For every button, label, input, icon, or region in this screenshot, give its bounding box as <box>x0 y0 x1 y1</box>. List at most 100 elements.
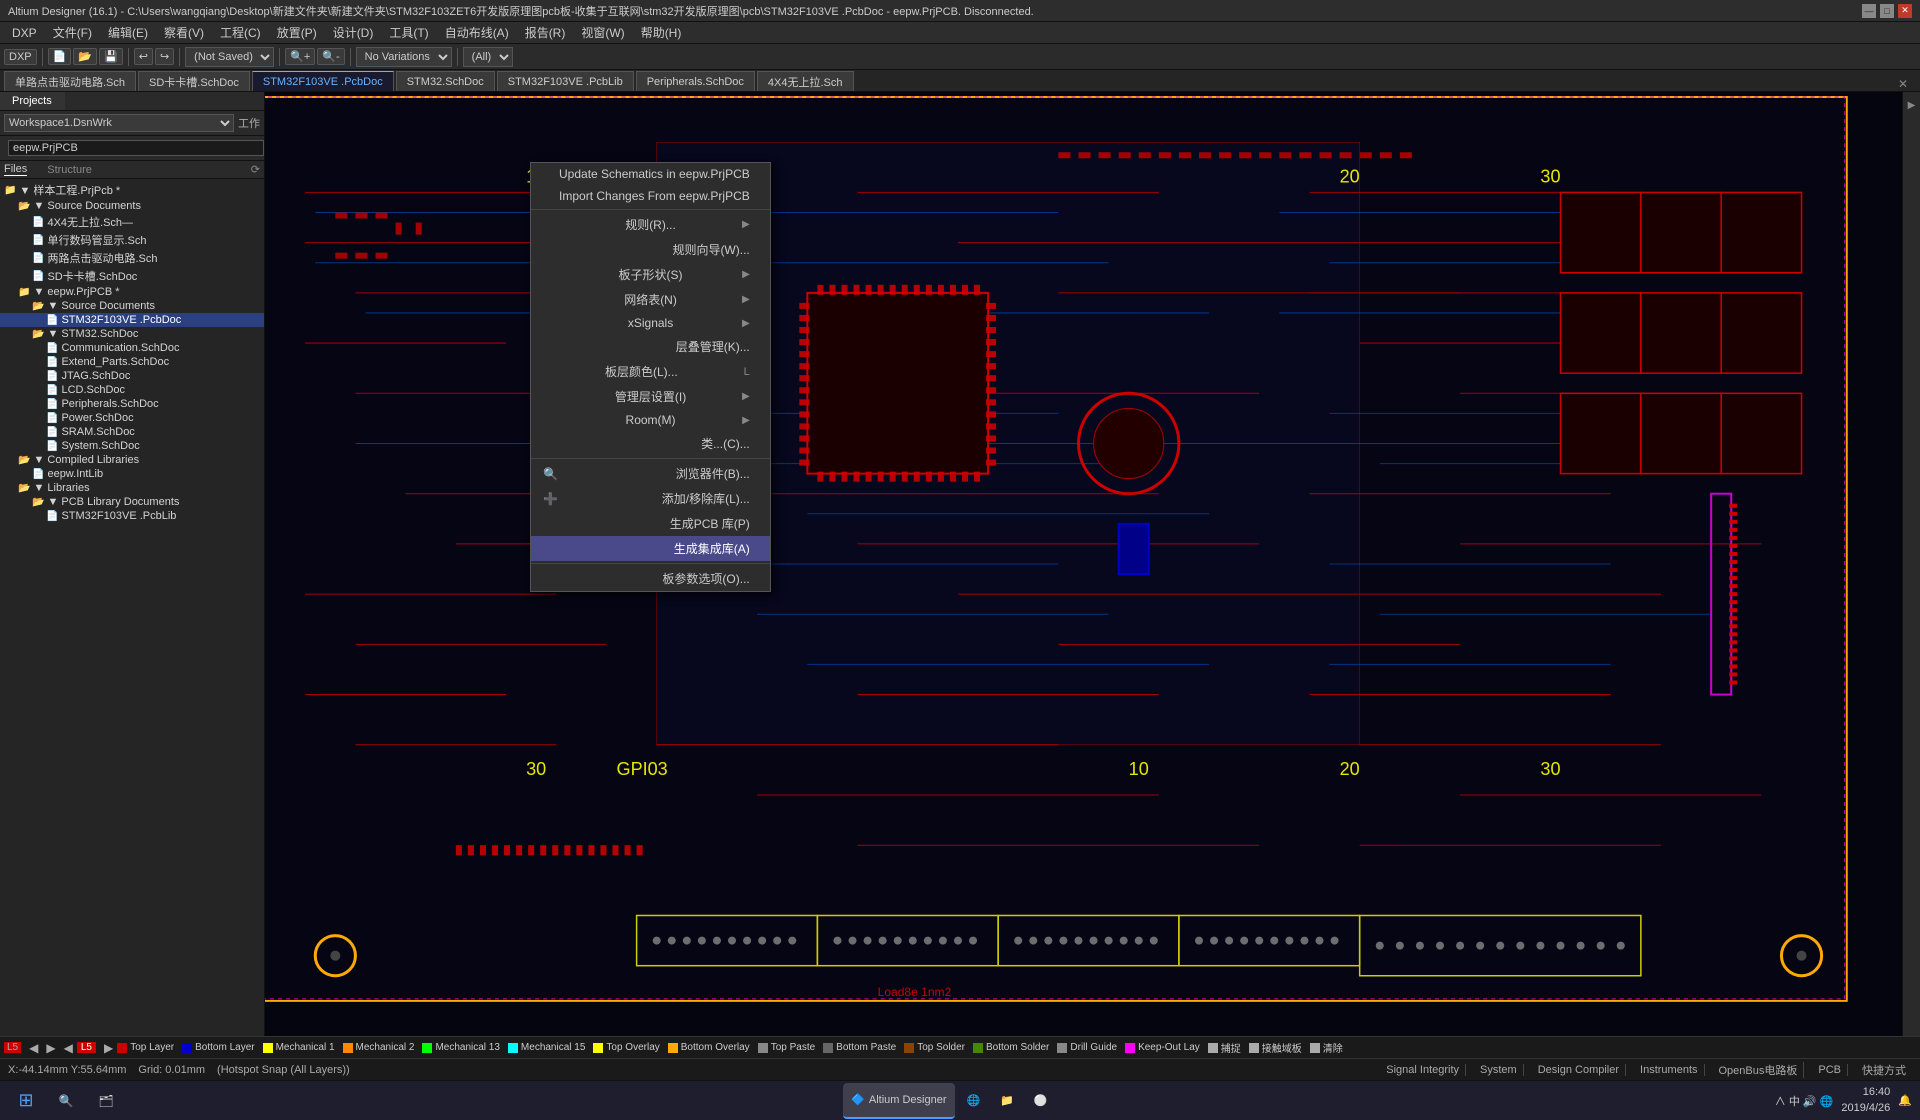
toolbar-zoom-in[interactable]: 🔍+ <box>285 48 315 65</box>
dropdown-item-15[interactable]: 生成集成库(A) <box>531 536 770 561</box>
notification-icon[interactable]: 🔔 <box>1898 1094 1912 1107</box>
dropdown-item-1[interactable]: Import Changes From eepw.PrjPCB <box>531 185 770 207</box>
menu-item-6[interactable]: 设计(D) <box>325 22 382 43</box>
layer-top-paste[interactable]: Top Paste <box>758 1042 815 1053</box>
layer-捕捉[interactable]: 捕捉 <box>1208 1040 1241 1055</box>
tree-item-4[interactable]: 📄两路点击驱动电路.Sch <box>0 249 264 267</box>
tab-4[interactable]: STM32F103VE .PcbLib <box>497 71 634 91</box>
layer-接触域板[interactable]: 接触域板 <box>1249 1040 1302 1055</box>
system-tray-icons[interactable]: ∧ 中 🔊 🌐 <box>1775 1093 1834 1109</box>
dropdown-item-11[interactable]: 类...(C)... <box>531 431 770 456</box>
project-name-input[interactable] <box>8 140 264 156</box>
status-section-1[interactable]: System <box>1474 1064 1524 1076</box>
dropdown-item-13[interactable]: ➕添加/移除库(L)... <box>531 486 770 511</box>
dropdown-item-2[interactable]: 规则(R)...▶ <box>531 212 770 237</box>
workspace-select[interactable]: Workspace1.DsnWrk <box>4 114 234 132</box>
toolbar-open[interactable]: 📂 <box>73 48 97 65</box>
edge-taskbar-app[interactable]: 🌐 <box>959 1083 989 1119</box>
layer-drill-guide[interactable]: Drill Guide <box>1057 1042 1117 1053</box>
tree-item-1[interactable]: 📂▼ Source Documents <box>0 199 264 213</box>
menu-item-7[interactable]: 工具(T) <box>381 22 436 43</box>
all-select[interactable]: (All) <box>463 47 513 67</box>
menu-item-3[interactable]: 察看(V) <box>156 22 212 43</box>
tree-item-11[interactable]: 📄Extend_Parts.SchDoc <box>0 355 264 369</box>
clock[interactable]: 16:40 2019/4/26 <box>1841 1085 1890 1116</box>
explorer-taskbar-app[interactable]: 📁 <box>992 1083 1022 1119</box>
start-button[interactable]: ⊞ <box>8 1083 44 1119</box>
chrome-taskbar-app[interactable]: ⚪ <box>1026 1083 1056 1119</box>
menu-item-5[interactable]: 放置(P) <box>269 22 325 43</box>
tree-item-9[interactable]: 📂▼ STM32.SchDoc <box>0 327 264 341</box>
files-tab[interactable]: Files <box>4 163 27 176</box>
status-section-2[interactable]: Design Compiler <box>1532 1064 1626 1076</box>
tab-3[interactable]: STM32.SchDoc <box>396 71 495 91</box>
dropdown-item-7[interactable]: 层叠管理(K)... <box>531 334 770 359</box>
dropdown-item-4[interactable]: 板子形状(S)▶ <box>531 262 770 287</box>
tree-item-20[interactable]: 📂▼ Libraries <box>0 481 264 495</box>
variations-select[interactable]: No Variations <box>356 47 452 67</box>
dropdown-item-8[interactable]: 板层颜色(L)...L <box>531 359 770 384</box>
tree-item-19[interactable]: 📄eepw.IntLib <box>0 467 264 481</box>
menu-item-4[interactable]: 工程(C) <box>212 22 269 43</box>
tree-item-16[interactable]: 📄SRAM.SchDoc <box>0 425 264 439</box>
not-saved-select[interactable]: (Not Saved) <box>185 47 274 67</box>
tree-item-21[interactable]: 📂▼ PCB Library Documents <box>0 495 264 509</box>
status-section-4[interactable]: OpenBus电路板 <box>1713 1062 1805 1078</box>
dropdown-item-12[interactable]: 🔍浏览器件(B)... <box>531 461 770 486</box>
menu-item-10[interactable]: 视窗(W) <box>573 22 632 43</box>
right-panel-toggle[interactable]: ▶ <box>1904 96 1919 115</box>
status-section-3[interactable]: Instruments <box>1634 1064 1704 1076</box>
menu-item-8[interactable]: 自动布线(A) <box>437 22 517 43</box>
tree-item-2[interactable]: 📄4X4无上拉.Sch— <box>0 213 264 231</box>
menu-item-1[interactable]: 文件(F) <box>45 22 100 43</box>
tree-item-12[interactable]: 📄JTAG.SchDoc <box>0 369 264 383</box>
layer-bottom-overlay[interactable]: Bottom Overlay <box>668 1042 750 1053</box>
tree-item-3[interactable]: 📄单行数码管显示.Sch <box>0 231 264 249</box>
tree-item-10[interactable]: 📄Communication.SchDoc <box>0 341 264 355</box>
layer-bottom-layer[interactable]: Bottom Layer <box>182 1042 254 1053</box>
status-section-6[interactable]: 快捷方式 <box>1856 1062 1912 1078</box>
close-button[interactable]: ✕ <box>1898 4 1912 18</box>
layer-bottom-solder[interactable]: Bottom Solder <box>973 1042 1049 1053</box>
layer-top-layer[interactable]: Top Layer <box>117 1042 174 1053</box>
task-view-button[interactable]: 🗂 <box>88 1083 124 1119</box>
tree-item-5[interactable]: 📄SD卡卡槽.SchDoc <box>0 267 264 285</box>
structure-tab[interactable]: Structure <box>47 164 92 176</box>
tree-item-0[interactable]: 📁▼ 样本工程.PrjPcb * <box>0 181 264 199</box>
maximize-button[interactable]: □ <box>1880 4 1894 18</box>
menu-item-9[interactable]: 报告(R) <box>517 22 574 43</box>
layer-mechanical-15[interactable]: Mechanical 15 <box>508 1042 585 1053</box>
layer-nav-next[interactable]: ▶ <box>42 1041 59 1055</box>
layer-keep-out-lay[interactable]: Keep-Out Lay <box>1125 1042 1200 1053</box>
layer-mechanical-13[interactable]: Mechanical 13 <box>422 1042 499 1053</box>
dropdown-item-5[interactable]: 网络表(N)▶ <box>531 287 770 312</box>
panel-tab-projects[interactable]: Projects <box>0 92 65 110</box>
dropdown-item-0[interactable]: Update Schematics in eepw.PrjPCB <box>531 163 770 185</box>
tab-5[interactable]: Peripherals.SchDoc <box>636 71 755 91</box>
dropdown-item-3[interactable]: 规则向导(W)... <box>531 237 770 262</box>
menu-item-11[interactable]: 帮助(H) <box>633 22 690 43</box>
tree-item-14[interactable]: 📄Peripherals.SchDoc <box>0 397 264 411</box>
toolbar-new[interactable]: 📄 <box>48 48 72 65</box>
status-section-0[interactable]: Signal Integrity <box>1380 1064 1466 1076</box>
dropdown-item-10[interactable]: Room(M)▶ <box>531 409 770 431</box>
menu-item-0[interactable]: DXP <box>4 24 45 42</box>
layer-mechanical-1[interactable]: Mechanical 1 <box>263 1042 335 1053</box>
close-all-tabs[interactable]: ✕ <box>1890 77 1916 91</box>
layer-top-overlay[interactable]: Top Overlay <box>593 1042 659 1053</box>
dropdown-item-14[interactable]: 生成PCB 库(P) <box>531 511 770 536</box>
layer-nav-prev[interactable]: ◀ <box>25 1041 42 1055</box>
tree-item-8[interactable]: 📄STM32F103VE .PcbDoc <box>0 313 264 327</box>
tab-2[interactable]: STM32F103VE .PcbDoc <box>252 71 394 91</box>
tree-item-6[interactable]: 📁▼ eepw.PrjPCB * <box>0 285 264 299</box>
altium-taskbar-app[interactable]: 🔷 Altium Designer <box>843 1083 954 1119</box>
dropdown-item-9[interactable]: 管理层设置(I)▶ <box>531 384 770 409</box>
tab-1[interactable]: SD卡卡槽.SchDoc <box>138 71 250 91</box>
menu-item-2[interactable]: 编辑(E) <box>100 22 156 43</box>
layer-mechanical-2[interactable]: Mechanical 2 <box>343 1042 415 1053</box>
tree-item-15[interactable]: 📄Power.SchDoc <box>0 411 264 425</box>
refresh-icon[interactable]: ⟳ <box>251 163 260 176</box>
layer-bottom-paste[interactable]: Bottom Paste <box>823 1042 896 1053</box>
dropdown-item-16[interactable]: 板参数选项(O)... <box>531 566 770 591</box>
layer-top-solder[interactable]: Top Solder <box>904 1042 965 1053</box>
